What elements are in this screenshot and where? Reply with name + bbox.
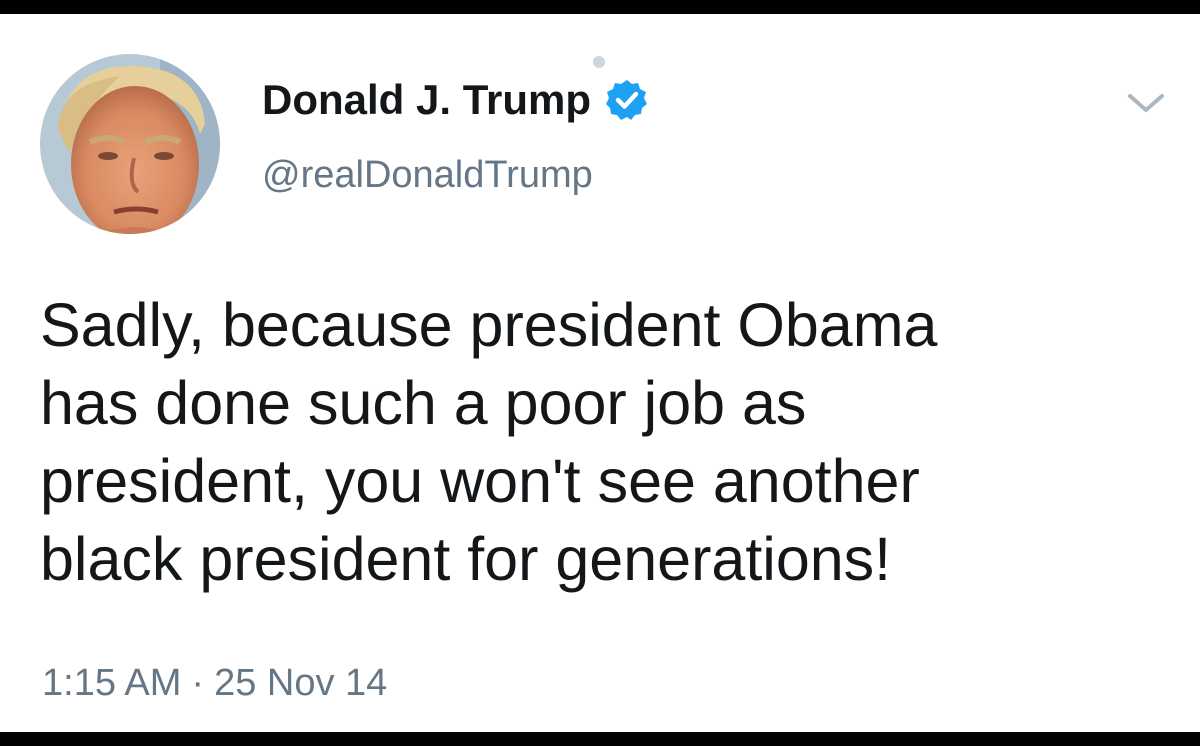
chevron-down-icon[interactable] xyxy=(1124,88,1168,118)
author-row: Donald J. Trump xyxy=(262,76,649,124)
tweet-time: 1:15 AM xyxy=(42,662,182,704)
tweet-timestamp[interactable]: 1:15 AM · 25 Nov 14 xyxy=(42,662,387,705)
tweet-card: Donald J. Trump @realDonaldTrump Sadly, … xyxy=(0,14,1200,732)
tweet-text: Sadly, because president Obama has done … xyxy=(40,286,1160,598)
avatar[interactable] xyxy=(40,54,220,234)
tweet-text-line: Sadly, because president Obama xyxy=(40,291,938,359)
author-handle[interactable]: @realDonaldTrump xyxy=(262,154,593,197)
avatar-image xyxy=(40,54,220,234)
tweet-date: 25 Nov 14 xyxy=(214,662,388,704)
tweet-text-line: black president for generations! xyxy=(40,525,892,593)
tweet-text-line: president, you won't see another xyxy=(40,447,920,515)
tweet-text-line: has done such a poor job as xyxy=(40,369,807,437)
indicator-dot xyxy=(593,56,605,68)
author-display-name[interactable]: Donald J. Trump xyxy=(262,76,591,124)
verified-badge-icon xyxy=(605,78,649,122)
timestamp-separator: · xyxy=(191,662,205,704)
